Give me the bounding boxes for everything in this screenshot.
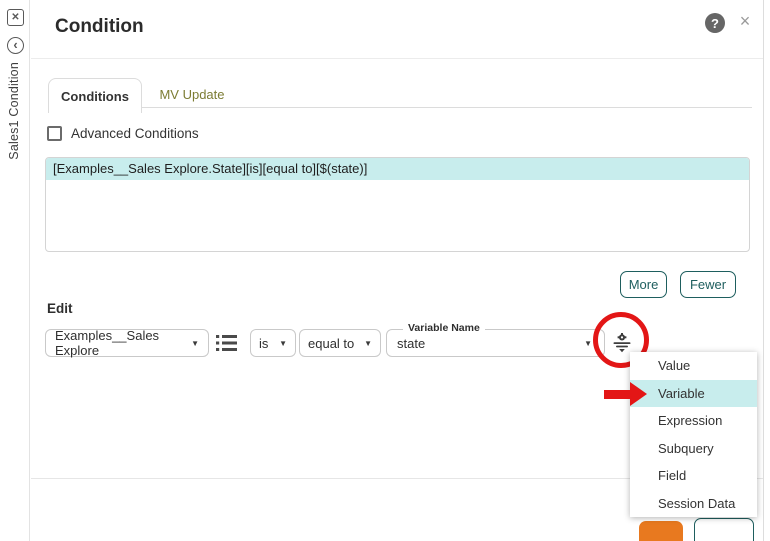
tab-mv-update[interactable]: MV Update <box>146 80 238 108</box>
secondary-button[interactable] <box>694 518 754 541</box>
variable-name-value: state <box>397 336 425 351</box>
menu-item-session-data[interactable]: Session Data <box>630 490 757 518</box>
variable-name-label: Variable Name <box>403 322 485 334</box>
advanced-conditions-label: Advanced Conditions <box>71 126 199 141</box>
value-type-menu: Value Variable Expression Subquery Field… <box>630 352 757 517</box>
list-icon[interactable] <box>216 333 238 353</box>
operator-is-dropdown[interactable]: is ▼ <box>250 329 296 357</box>
header-divider <box>31 58 763 59</box>
panel-back-icon[interactable]: ‹ <box>7 37 24 54</box>
tab-conditions[interactable]: Conditions <box>48 78 142 113</box>
operator-is-value: is <box>259 336 268 351</box>
help-icon[interactable]: ? <box>705 13 725 33</box>
tabbar-line <box>48 107 752 108</box>
gear-slider-icon <box>611 332 633 354</box>
menu-item-subquery[interactable]: Subquery <box>630 435 757 463</box>
condition-dialog: ✕ ‹ Sales1 Condition Condition ? × Condi… <box>0 0 770 541</box>
comparison-value: equal to <box>308 336 354 351</box>
menu-item-variable[interactable]: Variable <box>630 380 757 408</box>
page-title: Condition <box>55 16 144 38</box>
field-dropdown[interactable]: Examples__Sales Explore ▼ <box>45 329 209 357</box>
advanced-conditions-checkbox[interactable] <box>47 126 62 141</box>
chevron-down-icon: ▼ <box>364 339 372 348</box>
menu-item-value[interactable]: Value <box>630 352 757 380</box>
field-dropdown-value: Examples__Sales Explore <box>55 328 185 358</box>
panel-close-icon[interactable]: ✕ <box>7 9 24 26</box>
side-panel: ✕ ‹ Sales1 Condition <box>0 0 30 541</box>
fewer-button[interactable]: Fewer <box>680 271 736 298</box>
panel-vertical-label: Sales1 Condition <box>7 62 21 160</box>
chevron-down-icon: ▼ <box>279 339 287 348</box>
annotation-arrow <box>604 390 631 399</box>
chevron-down-icon: ▼ <box>191 339 199 348</box>
chevron-down-icon: ▼ <box>584 339 592 348</box>
more-button[interactable]: More <box>620 271 667 298</box>
edit-label: Edit <box>47 301 73 316</box>
close-icon[interactable]: × <box>736 11 754 31</box>
comparison-dropdown[interactable]: equal to ▼ <box>299 329 381 357</box>
menu-item-field[interactable]: Field <box>630 462 757 490</box>
primary-button[interactable] <box>639 521 683 541</box>
dialog-right-border <box>763 0 764 541</box>
condition-row-selected[interactable]: [Examples__Sales Explore.State][is][equa… <box>46 158 749 180</box>
menu-item-expression[interactable]: Expression <box>630 407 757 435</box>
condition-list[interactable]: [Examples__Sales Explore.State][is][equa… <box>45 157 750 252</box>
